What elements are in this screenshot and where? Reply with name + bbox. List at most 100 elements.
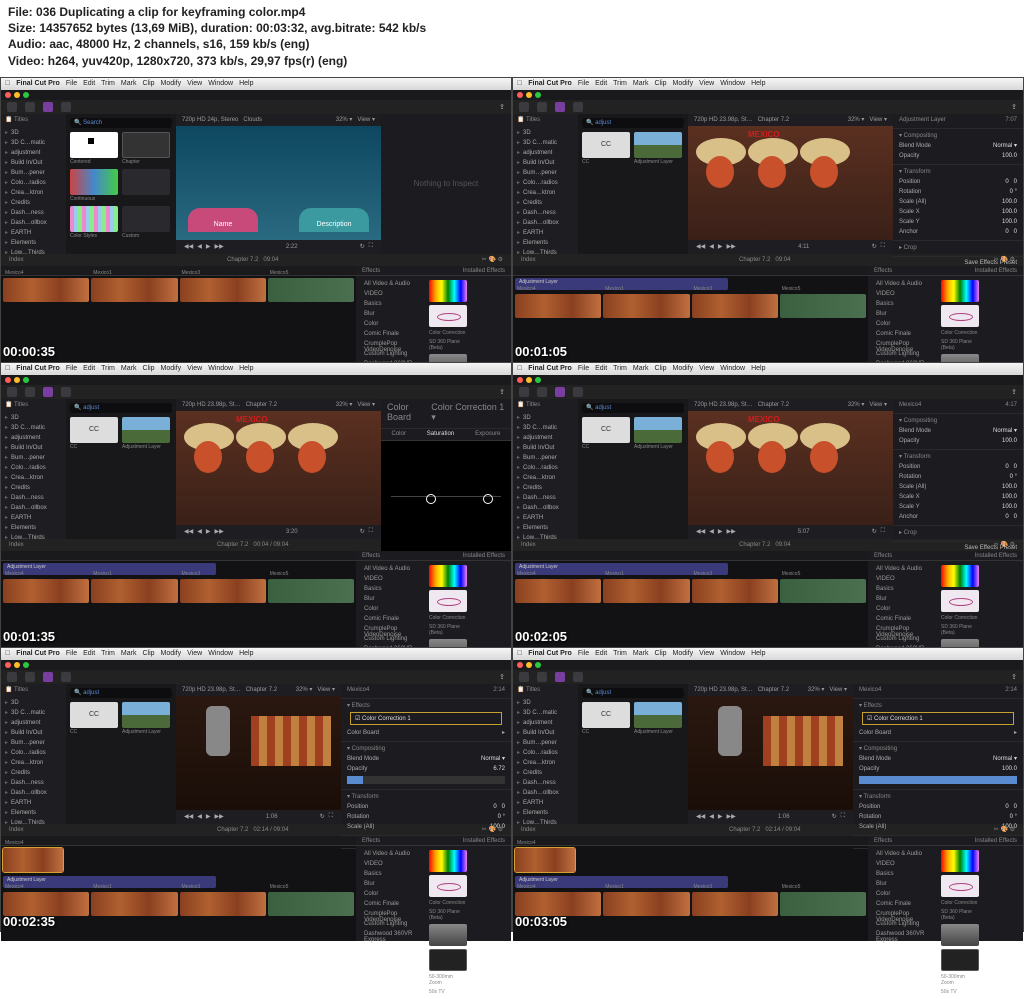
generators-icon[interactable] bbox=[61, 102, 71, 112]
search-input[interactable]: 🔍 Search bbox=[70, 118, 172, 128]
timeline-clip-Mexico4[interactable]: Mexico4 bbox=[515, 892, 601, 916]
fx-cat[interactable]: Custom Lighting bbox=[872, 350, 937, 360]
timeline-clip-Mexico5[interactable]: Mexico5 bbox=[780, 892, 866, 916]
sidebar-item-3[interactable]: Build In/Out bbox=[513, 443, 578, 453]
transport-controls[interactable]: ◀◀◀▶▶▶ bbox=[184, 813, 224, 820]
fx-cat[interactable]: Blur bbox=[360, 595, 425, 605]
fx-thumb-360plane[interactable] bbox=[941, 305, 979, 327]
sidebar-item-4[interactable]: Bum…pener bbox=[513, 738, 578, 748]
sidebar-item-6[interactable]: Crea…ktron bbox=[1, 758, 66, 768]
share-icon[interactable]: ⇪ bbox=[499, 388, 505, 396]
generators-icon[interactable] bbox=[573, 102, 583, 112]
fullscreen-icon[interactable]: ⛶ bbox=[369, 243, 373, 250]
sidebar-item-3[interactable]: Build In/Out bbox=[1, 728, 66, 738]
fx-cat[interactable]: All Video & Audio bbox=[360, 850, 425, 860]
fx-thumb-50stv[interactable] bbox=[429, 949, 467, 971]
sidebar-item-6[interactable]: Crea…ktron bbox=[1, 473, 66, 483]
index-button[interactable]: Index bbox=[521, 257, 536, 263]
sidebar-item-8[interactable]: Dash…ness bbox=[513, 493, 578, 503]
fx-thumb-colorcorrection[interactable] bbox=[941, 280, 979, 302]
timeline-tools[interactable]: ✂ 🎨 ⚙ bbox=[482, 256, 503, 263]
sidebar-item-8[interactable]: Dash…ness bbox=[513, 778, 578, 788]
menu-clip[interactable]: Clip bbox=[142, 80, 154, 87]
sidebar-item-10[interactable]: EARTH bbox=[513, 798, 578, 808]
fx-cat[interactable]: CrumplePop VideoDenoise bbox=[872, 625, 937, 635]
share-icon[interactable]: ⇪ bbox=[1011, 103, 1017, 111]
sidebar-item-0[interactable]: 3D bbox=[1, 128, 66, 138]
menu-view[interactable]: View bbox=[187, 80, 202, 87]
transport-controls[interactable]: ◀◀◀▶▶▶ bbox=[696, 528, 736, 535]
thumb-adjustment[interactable] bbox=[634, 417, 682, 443]
sidebar-item-8[interactable]: Dash…ness bbox=[1, 778, 66, 788]
timeline-clip-Mexico5[interactable]: Mexico5 bbox=[780, 294, 866, 318]
sidebar-item-11[interactable]: Elements bbox=[1, 238, 66, 248]
transport-controls[interactable]: ◀◀◀▶▶▶ bbox=[696, 813, 736, 820]
thumb-chapter[interactable] bbox=[122, 132, 170, 158]
fullscreen-icon[interactable]: ⛶ bbox=[881, 528, 885, 535]
fx-thumb-360plane[interactable] bbox=[429, 305, 467, 327]
menu-window[interactable]: Window bbox=[720, 650, 745, 657]
minimize-icon[interactable] bbox=[526, 377, 532, 383]
menu-window[interactable]: Window bbox=[208, 365, 233, 372]
menu-modify[interactable]: Modify bbox=[161, 80, 182, 87]
titles-icon[interactable] bbox=[43, 387, 53, 397]
timeline-clip-Mexico3[interactable]: Mexico3 bbox=[180, 579, 266, 603]
sidebar-item-2[interactable]: adjustment bbox=[1, 433, 66, 443]
search-input[interactable]: 🔍 adjust bbox=[70, 403, 172, 413]
fx-cat[interactable]: All Video & Audio bbox=[872, 850, 937, 860]
thumb-4[interactable] bbox=[122, 169, 170, 195]
fx-thumb-colorcorrection[interactable] bbox=[941, 565, 979, 587]
timeline-tools[interactable]: ✂ 🎨 ⚙ bbox=[994, 256, 1015, 263]
menu-file[interactable]: File bbox=[578, 650, 589, 657]
loop-icon[interactable]: ↻ bbox=[832, 813, 837, 820]
sidebar-item-10[interactable]: EARTH bbox=[513, 228, 578, 238]
thumb-centered[interactable] bbox=[70, 132, 118, 158]
sidebar-item-0[interactable]: 3D bbox=[513, 413, 578, 423]
fx-cat[interactable]: Comic Finale bbox=[872, 330, 937, 340]
timeline-clip-Mexico4[interactable]: Mexico4 bbox=[3, 892, 89, 916]
minimize-icon[interactable] bbox=[14, 92, 20, 98]
titles-icon[interactable] bbox=[555, 102, 565, 112]
fx-cat[interactable]: Color bbox=[360, 320, 425, 330]
sidebar-item-9[interactable]: Dash…ollbox bbox=[1, 218, 66, 228]
timeline-tools[interactable]: ✂ 🎨 ⚙ bbox=[482, 826, 503, 833]
close-icon[interactable] bbox=[517, 92, 523, 98]
tab-saturation[interactable]: Saturation bbox=[427, 431, 454, 437]
loop-icon[interactable]: ↻ bbox=[872, 528, 877, 535]
sidebar-item-6[interactable]: Crea…ktron bbox=[1, 188, 66, 198]
loop-icon[interactable]: ↻ bbox=[360, 528, 365, 535]
generators-icon[interactable] bbox=[573, 672, 583, 682]
fx-cat[interactable]: Blur bbox=[872, 310, 937, 320]
timeline-clip-Mexico3[interactable]: Mexico3 bbox=[180, 892, 266, 916]
sidebar-item-0[interactable]: 3D bbox=[1, 698, 66, 708]
timeline-clip-Mexico5[interactable]: Mexico5 bbox=[780, 579, 866, 603]
menu-edit[interactable]: Edit bbox=[595, 80, 607, 87]
sidebar-item-8[interactable]: Dash…ness bbox=[1, 493, 66, 503]
index-button[interactable]: Index bbox=[9, 257, 24, 263]
fx-cat[interactable]: Dashwood 360VR Express bbox=[360, 930, 425, 940]
timeline-clip-Mexico5[interactable]: Mexico5 bbox=[268, 892, 354, 916]
sidebar-item-5[interactable]: Colo…radios bbox=[513, 178, 578, 188]
sidebar-item-3[interactable]: Build In/Out bbox=[513, 728, 578, 738]
minimize-icon[interactable] bbox=[526, 92, 532, 98]
menu-mark[interactable]: Mark bbox=[633, 80, 649, 87]
sidebar-item-6[interactable]: Crea…ktron bbox=[513, 758, 578, 768]
sidebar-item-4[interactable]: Bum…pener bbox=[513, 168, 578, 178]
close-icon[interactable] bbox=[5, 662, 11, 668]
photos-icon[interactable] bbox=[25, 387, 35, 397]
sidebar-item-3[interactable]: Build In/Out bbox=[1, 158, 66, 168]
sidebar-item-0[interactable]: 3D bbox=[513, 128, 578, 138]
index-button[interactable]: Index bbox=[521, 827, 536, 833]
library-icon[interactable] bbox=[7, 102, 17, 112]
loop-icon[interactable]: ↻ bbox=[320, 813, 325, 820]
menu-trim[interactable]: Trim bbox=[613, 650, 627, 657]
fullscreen-icon[interactable]: ⛶ bbox=[841, 813, 845, 820]
share-icon[interactable]: ⇪ bbox=[1011, 673, 1017, 681]
menu-help[interactable]: Help bbox=[751, 650, 765, 657]
sidebar-item-10[interactable]: EARTH bbox=[1, 513, 66, 523]
generators-icon[interactable] bbox=[61, 672, 71, 682]
fx-cat[interactable]: All Video & Audio bbox=[360, 280, 425, 290]
fx-cat[interactable]: Color bbox=[872, 605, 937, 615]
fx-cat[interactable]: VIDEO bbox=[872, 575, 937, 585]
sidebar-item-0[interactable]: 3D bbox=[513, 698, 578, 708]
